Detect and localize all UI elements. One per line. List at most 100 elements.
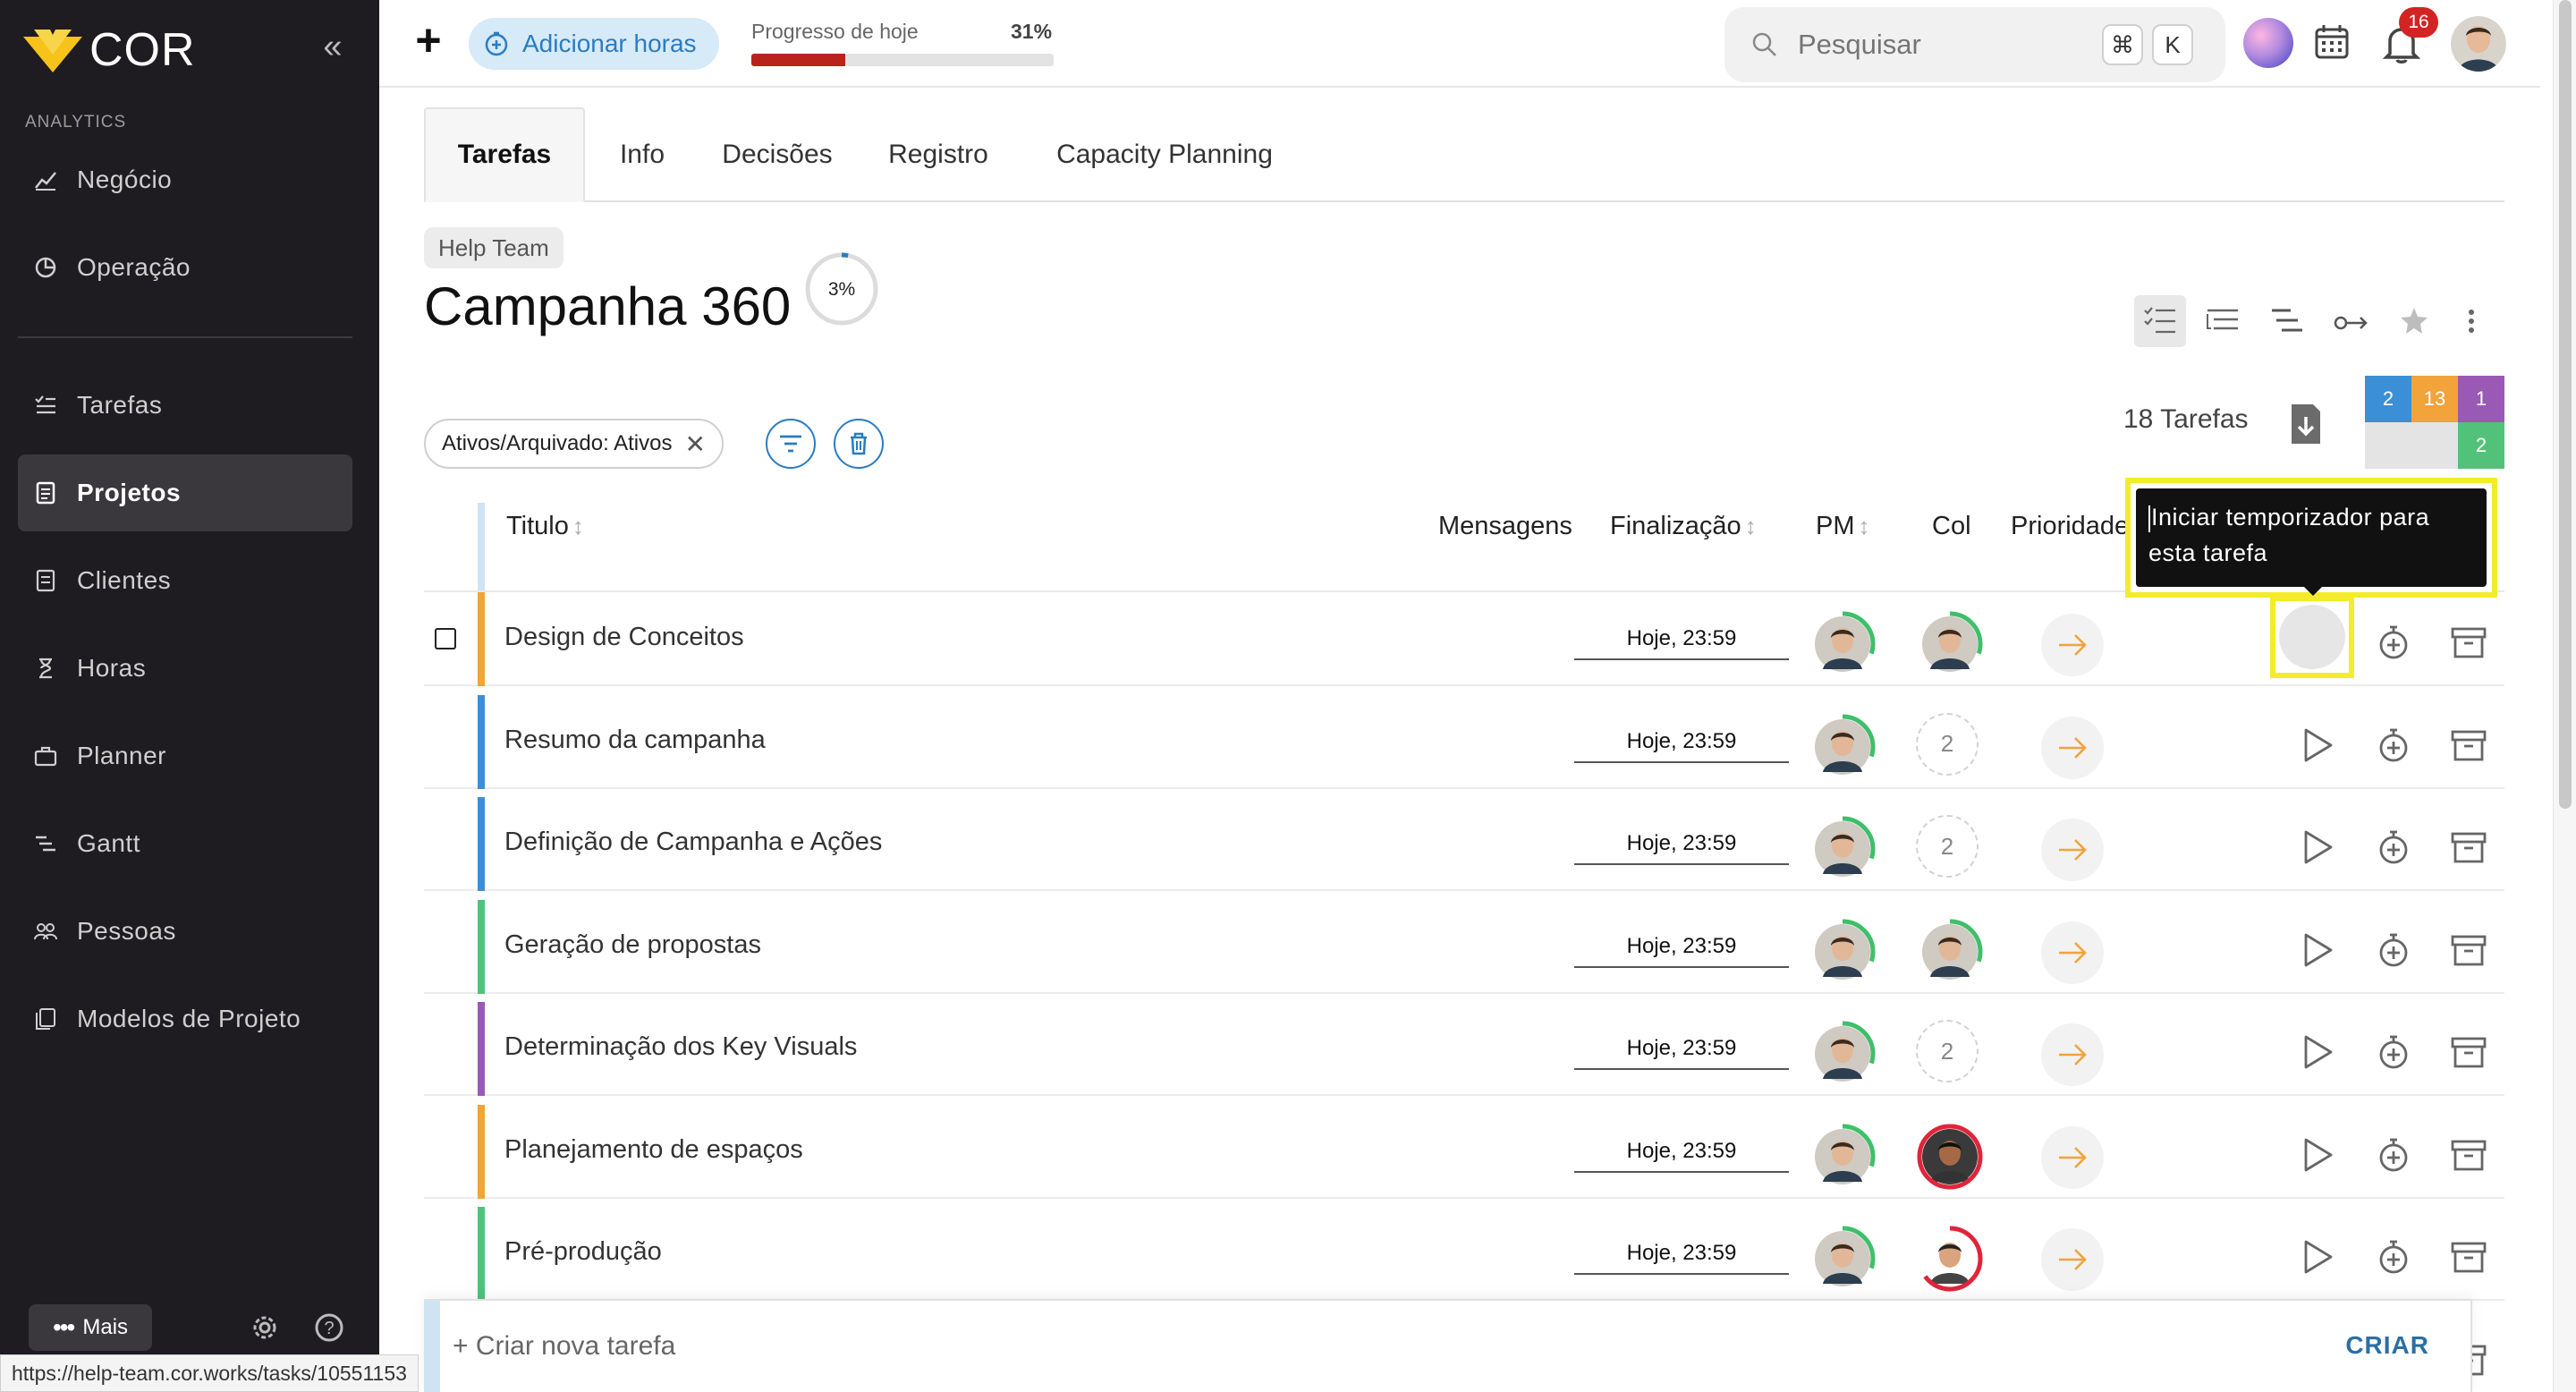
tab-registro[interactable]: Registro	[871, 107, 1005, 202]
tab-tarefas[interactable]: Tarefas	[424, 107, 585, 202]
task-due-date[interactable]: Hoje, 23:59	[1574, 1029, 1789, 1070]
task-due-date[interactable]: Hoje, 23:59	[1574, 824, 1789, 865]
task-due-date[interactable]: Hoje, 23:59	[1574, 927, 1789, 968]
column-header-due[interactable]: Finalização ↕	[1610, 512, 1757, 541]
task-checkbox[interactable]	[435, 628, 456, 649]
table-row[interactable]: Resumo da campanha Hoje, 23:59 2	[424, 694, 2504, 789]
add-hours-button[interactable]: Adicionar horas	[469, 18, 719, 70]
task-due-date[interactable]: Hoje, 23:59	[1574, 1132, 1789, 1173]
gear-icon[interactable]	[249, 1311, 281, 1344]
ai-assistant-orb[interactable]	[2243, 18, 2293, 68]
close-icon[interactable]: ✕	[684, 429, 705, 459]
subtasks-view-icon[interactable]	[2197, 295, 2249, 347]
add-time-icon[interactable]	[2367, 718, 2420, 772]
add-time-icon[interactable]	[2367, 615, 2420, 669]
list-view-icon[interactable]	[2134, 295, 2186, 347]
task-title[interactable]: Resumo da campanha	[504, 726, 766, 755]
archive-icon[interactable]	[2442, 923, 2496, 977]
brand-logo[interactable]: COR	[23, 23, 196, 77]
collaborator-count[interactable]: 2	[1916, 1020, 1979, 1082]
task-title[interactable]: Design de Conceitos	[504, 623, 744, 652]
gantt-view-icon[interactable]	[2261, 295, 2313, 347]
more-options-icon[interactable]	[2445, 295, 2497, 347]
pm-avatar[interactable]	[1809, 1225, 1877, 1293]
sidebar-item-planner[interactable]: Planner	[18, 717, 352, 794]
sidebar-item-clientes[interactable]: Clientes	[18, 542, 352, 619]
play-icon[interactable]	[2290, 1128, 2343, 1182]
table-row[interactable]: Geração de propostas Hoje, 23:59	[424, 899, 2504, 994]
collapse-sidebar-icon[interactable]: «	[315, 30, 351, 64]
status-summary[interactable]: 2 13 1 2	[2365, 376, 2504, 469]
add-time-icon[interactable]	[2367, 923, 2420, 977]
play-icon[interactable]	[2290, 923, 2343, 977]
table-row[interactable]: Pré-produção Hoje, 23:59	[424, 1207, 2504, 1301]
pm-avatar[interactable]	[1809, 610, 1877, 678]
task-due-date[interactable]: Hoje, 23:59	[1574, 1234, 1789, 1275]
table-row[interactable]: Determinação dos Key Visuals Hoje, 23:59 2	[424, 1002, 2504, 1096]
export-icon[interactable]	[2288, 403, 2324, 446]
tab-info[interactable]: Info	[597, 107, 687, 202]
collaborator-avatar[interactable]	[1916, 1123, 1984, 1191]
pm-avatar[interactable]	[1809, 1123, 1877, 1191]
collaborator-count[interactable]: 2	[1916, 815, 1979, 878]
archive-icon[interactable]	[2442, 1230, 2496, 1284]
help-icon[interactable]: ?	[313, 1311, 345, 1344]
task-title[interactable]: Pré-produção	[504, 1237, 662, 1267]
sidebar-item-negocio[interactable]: Negócio	[18, 141, 352, 218]
calendar-icon[interactable]	[2311, 21, 2352, 63]
collaborator-count[interactable]: 2	[1916, 712, 1979, 776]
collaborator-avatar[interactable]	[1916, 610, 1984, 678]
table-row[interactable]: Definição de Campanha e Ações Hoje, 23:59…	[424, 797, 2504, 891]
sidebar-item-operacao[interactable]: Operação	[18, 229, 352, 306]
sidebar-item-projetos[interactable]: Projetos	[18, 454, 352, 531]
column-header-col[interactable]: Col	[1932, 512, 1971, 541]
filter-button[interactable]	[766, 419, 816, 469]
sidebar-item-horas[interactable]: Horas	[18, 630, 352, 707]
priority-arrow-icon[interactable]	[2041, 819, 2104, 881]
table-row[interactable]: Design de Conceitos Hoje, 23:59	[424, 592, 2504, 686]
archive-icon[interactable]	[2442, 1025, 2496, 1079]
sidebar-item-modelos-de-projeto[interactable]: Modelos de Projeto	[18, 980, 352, 1057]
clear-filters-button[interactable]	[834, 419, 884, 469]
pm-avatar[interactable]	[1809, 713, 1877, 781]
column-header-title[interactable]: Titulo ↕	[506, 512, 584, 541]
play-icon[interactable]	[2290, 1025, 2343, 1079]
new-task-input[interactable]: + Criar nova tarefa	[453, 1331, 675, 1362]
sidebar-item-pessoas[interactable]: Pessoas	[18, 893, 352, 970]
search-box[interactable]: ⌘ K	[1724, 7, 2225, 82]
column-header-priority[interactable]: Prioridade	[2011, 512, 2129, 541]
sidebar-item-gantt[interactable]: Gantt	[18, 805, 352, 882]
filter-chip-status[interactable]: Ativos/Arquivado: Ativos ✕	[424, 419, 724, 469]
scrollbar-thumb[interactable]	[2559, 0, 2572, 809]
quick-add-button[interactable]: +	[406, 18, 451, 64]
archive-icon[interactable]	[2442, 615, 2496, 669]
more-button[interactable]: ••• Mais	[29, 1304, 152, 1351]
page-scrollbar[interactable]	[2553, 0, 2576, 1392]
sidebar-item-tarefas[interactable]: Tarefas	[18, 367, 352, 444]
column-header-messages[interactable]: Mensagens	[1438, 512, 1572, 541]
priority-arrow-icon[interactable]	[2041, 716, 2104, 779]
play-icon[interactable]	[2290, 718, 2343, 772]
pm-avatar[interactable]	[1809, 1020, 1877, 1088]
collaborator-avatar[interactable]	[1916, 1225, 1984, 1293]
archive-icon[interactable]	[2442, 718, 2496, 772]
archive-icon[interactable]	[2442, 820, 2496, 874]
add-time-icon[interactable]	[2367, 1230, 2420, 1284]
user-avatar[interactable]	[2451, 16, 2506, 72]
tab-decisoes[interactable]: Decisões	[710, 107, 844, 202]
task-title[interactable]: Geração de propostas	[504, 930, 761, 960]
play-icon[interactable]	[2290, 1230, 2343, 1284]
play-icon[interactable]	[2290, 820, 2343, 874]
star-icon[interactable]	[2388, 295, 2440, 347]
add-time-icon[interactable]	[2367, 1128, 2420, 1182]
task-title[interactable]: Planejamento de espaços	[504, 1135, 803, 1165]
priority-arrow-icon[interactable]	[2041, 1228, 2104, 1291]
priority-arrow-icon[interactable]	[2041, 614, 2104, 676]
task-due-date[interactable]: Hoje, 23:59	[1574, 619, 1789, 660]
task-due-date[interactable]: Hoje, 23:59	[1574, 722, 1789, 763]
team-badge[interactable]: Help Team	[424, 227, 564, 268]
table-row[interactable]: Planejamento de espaços Hoje, 23:59	[424, 1104, 2504, 1199]
search-input[interactable]	[1798, 29, 2093, 61]
task-title[interactable]: Definição de Campanha e Ações	[504, 828, 882, 857]
pm-avatar[interactable]	[1809, 918, 1877, 986]
